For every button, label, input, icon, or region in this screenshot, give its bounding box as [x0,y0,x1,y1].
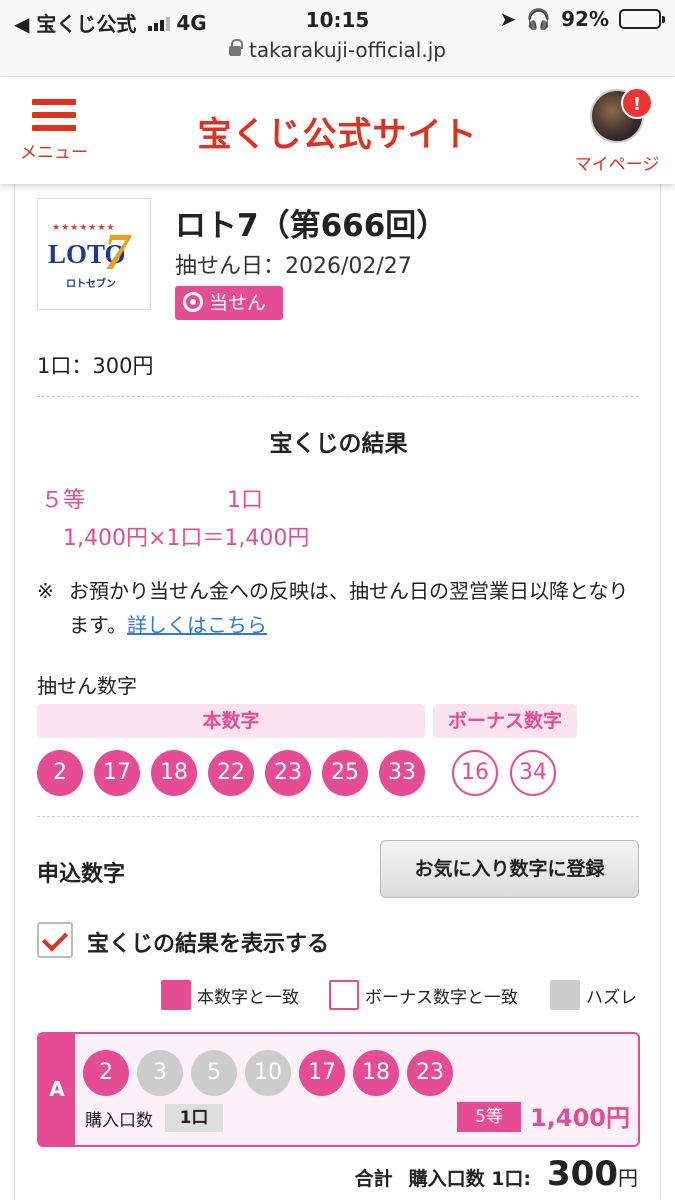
legend-swatch [550,980,580,1010]
unit-price: 1口：300円 [37,354,154,378]
divider [37,816,639,817]
ticket-grade-badge: 5等 [457,1102,521,1132]
logo-kana: ロトセブン [66,279,116,290]
location-icon: ➤ [499,7,517,31]
details-link[interactable]: 詳しくはこちら [127,613,267,637]
main-number-ball: 25 [322,750,368,796]
ticket-card: A 2 3 5 10 17 18 23 購入口数 1口 5等 1,400円 [37,1032,640,1147]
main-number-ball: 17 [94,750,140,796]
mypage-label: マイページ [574,155,660,175]
legend-main-match: 本数字と一致 [161,980,299,1010]
legend-label: ハズレ [586,987,637,1008]
alert-badge: ! [621,87,653,119]
headphones-icon: 🎧 [526,7,552,31]
total-amount: 300 [547,1154,618,1194]
total-row: 合計 購入口数 1口: 300円 [355,1154,638,1194]
main-number-ball: 33 [379,750,425,796]
show-result-label[interactable]: 宝くじの結果を表示する [87,926,329,958]
main-number-ball: 18 [151,750,197,796]
lock-icon [229,39,244,56]
logo-number: 7 [104,224,130,281]
status-badge-label: 当せん [209,292,267,314]
main-number-ball: 22 [208,750,254,796]
ticket-number-ball: 5 [191,1050,237,1096]
bonus-number-ball: 16 [452,750,498,796]
notice-mark: ※ [37,579,54,603]
prize-count: 1口 [227,488,263,513]
total-label: 合計 [354,1168,393,1190]
prize-grade: ５等 [41,488,86,513]
applied-numbers-label: 申込数字 [37,862,126,887]
main-numbers-heading: 本数字 [37,704,425,738]
bonus-number-ball: 34 [510,750,556,796]
mypage-button[interactable]: ! マイページ [571,87,663,175]
register-favorite-button[interactable]: お気に入り数字に登録 [380,840,639,898]
show-result-checkbox[interactable] [37,922,73,958]
ticket-number-ball: 2 [83,1050,129,1096]
ticket-letter: A [39,1034,75,1145]
status-right: ➤ 🎧 92% [499,7,665,31]
main-number-ball: 23 [265,750,311,796]
ticket-number-ball: 3 [137,1050,183,1096]
draw-date: 抽せん日：2026/02/27 [175,254,412,279]
notice: ※ お預かり当せん金への反映は、抽せん日の翌営業日以降となります。詳しくはこちら [37,574,641,642]
result-heading: 宝くじの結果 [269,431,408,457]
legend-bonus-match: ボーナス数字と一致 [329,980,518,1010]
drawn-numbers-label: 抽せん数字 [37,674,137,698]
url-text: takarakuji-official.jp [249,38,446,62]
prize-calculation: 1,400円×1口＝1,400円 [63,526,310,551]
main-number-ball: 2 [37,750,83,796]
loto7-logo: ★★★★★★★ LOTO 7 ロトセブン [37,198,151,310]
lottery-title: ロト7（第666回） [175,208,448,244]
legend-swatch [161,980,191,1010]
main-content: ★★★★★★★ LOTO 7 ロトセブン ロト7（第666回） 抽せん日：202… [14,184,661,1200]
ticket-number-ball: 10 [245,1050,291,1096]
buy-count-value: 1口 [165,1104,223,1132]
ticket-amount: 1,400円 [530,1104,630,1132]
legend-label: 本数字と一致 [197,987,299,1008]
total-count-label: 購入口数 1口: [408,1168,532,1190]
ticket-number-ball: 18 [353,1050,399,1096]
legend-miss: ハズレ [550,980,637,1010]
url-bar[interactable]: takarakuji-official.jp [0,38,675,76]
total-unit: 円 [618,1166,638,1190]
status-bar: ◀ 宝くじ公式 4G 10:15 ➤ 🎧 92% [0,0,675,38]
battery-icon [619,9,665,29]
ticket-number-ball: 17 [299,1050,345,1096]
legend-swatch [329,980,359,1010]
bonus-numbers-heading: ボーナス数字 [433,704,577,738]
battery-percent: 92% [561,7,609,31]
target-icon [183,292,203,312]
divider [37,396,639,397]
status-badge: 当せん [175,286,283,320]
ticket-number-ball: 23 [407,1050,453,1096]
site-header: メニュー 宝くじ公式サイト ! マイページ [0,76,675,184]
buy-count-label: 購入口数 [85,1111,153,1131]
legend-label: ボーナス数字と一致 [365,987,518,1008]
